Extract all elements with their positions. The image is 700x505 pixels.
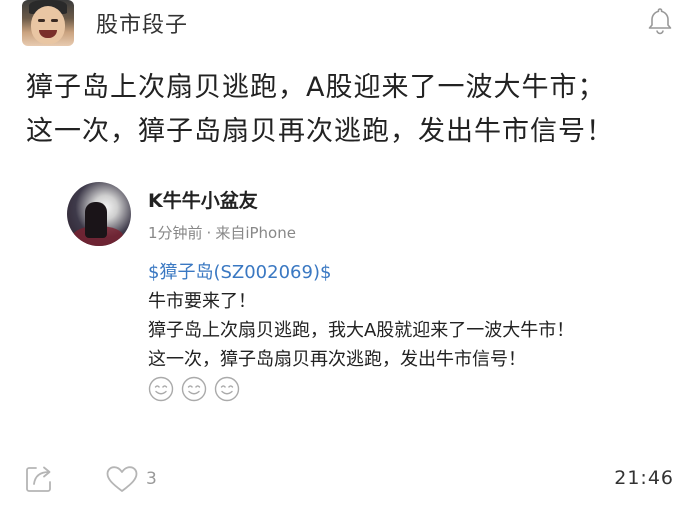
quoted-line: 这一次，獐子岛扇贝再次逃跑，发出牛市信号！ xyxy=(148,349,526,370)
avatar-figure xyxy=(85,202,107,238)
avatar-face xyxy=(31,6,65,44)
post-time: 21:46 xyxy=(614,467,674,489)
quoted-author-avatar[interactable] xyxy=(67,182,131,246)
bell-icon[interactable] xyxy=(645,6,675,36)
smile-icon xyxy=(214,376,240,402)
stock-link[interactable]: $獐子岛(SZ002069)$ xyxy=(148,258,678,287)
avatar-eye xyxy=(38,19,45,22)
like-count: 3 xyxy=(146,469,157,489)
quoted-post[interactable]: K牛牛小盆友 1分钟前 · 来自iPhone $獐子岛(SZ002069)$ 牛市要… xyxy=(62,178,682,418)
channel-name[interactable]: 股市段子 xyxy=(96,7,188,39)
meta-separator: · xyxy=(206,224,212,242)
post-footer: 3 21:46 xyxy=(0,452,700,505)
header: 股市段子 xyxy=(0,0,700,52)
emoji-row xyxy=(148,376,247,406)
quoted-time-ago: 1分钟前 xyxy=(148,224,203,242)
post-line: 这一次，獐子岛扇贝再次逃跑，发出牛市信号！ xyxy=(26,116,614,147)
quoted-meta: 1分钟前 · 来自iPhone xyxy=(148,222,296,243)
quoted-body: $獐子岛(SZ002069)$ 牛市要来了！ 獐子岛上次扇贝逃跑，我大A股就迎来… xyxy=(148,258,678,374)
quoted-author-name[interactable]: K牛牛小盆友 xyxy=(148,186,258,213)
channel-avatar[interactable] xyxy=(22,0,74,46)
post-line: 獐子岛上次扇贝逃跑，A股迎来了一波大牛市； xyxy=(26,72,606,103)
quoted-line: 牛市要来了！ xyxy=(148,291,256,312)
quoted-line: 獐子岛上次扇贝逃跑，我大A股就迎来了一波大牛市！ xyxy=(148,320,575,341)
smile-icon xyxy=(181,376,207,402)
post-text: 獐子岛上次扇贝逃跑，A股迎来了一波大牛市； 这一次，獐子岛扇贝再次逃跑，发出牛市… xyxy=(26,66,686,154)
share-icon[interactable] xyxy=(22,462,56,496)
heart-icon[interactable] xyxy=(104,464,140,494)
smile-icon xyxy=(148,376,174,402)
quoted-source: 来自iPhone xyxy=(215,224,296,242)
avatar-eye xyxy=(51,19,58,22)
